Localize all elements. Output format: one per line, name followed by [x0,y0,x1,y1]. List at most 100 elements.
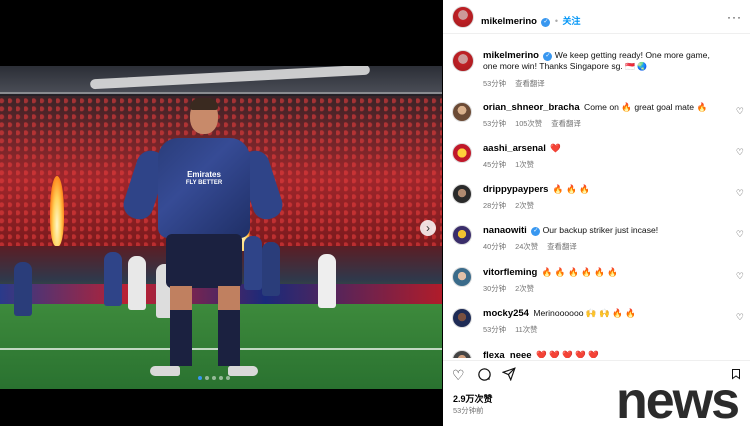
sponsor-line-2: FLY BETTER [185,180,223,186]
like-heart-icon[interactable]: ♡ [736,229,744,240]
comment-body: 🔥 🔥 🔥 🔥 🔥 🔥 [541,267,618,277]
verified-icon: ✓ [541,18,551,27]
background-player [318,254,336,308]
like-heart-icon[interactable]: ♡ [736,106,744,117]
commenter-username[interactable]: drippypaypers [483,184,548,195]
caption-time: 53分钟 [483,79,507,88]
carousel-dot-active [198,376,202,380]
more-options-icon[interactable]: ··· [727,10,742,24]
comment-meta: 28分钟 2次赞 [483,200,541,211]
background-player [14,262,32,316]
share-icon[interactable] [501,367,516,384]
commenter-avatar[interactable] [452,267,472,287]
comments-list: mikelmerino ✓ We keep getting ready! One… [443,44,750,358]
likes-count[interactable]: 2.9万次赞 [453,392,493,405]
stadium-roof [0,66,442,94]
comment-meta: 53分钟 105次赞 查看翻译 [483,118,588,129]
carousel-dot [205,376,209,380]
follow-button[interactable]: 关注 [562,16,580,26]
main-player: Emirates FLY BETTER [119,98,287,389]
sponsor-line-1: Emirates [187,170,221,179]
comment-text: vitorfleming 🔥 🔥 🔥 🔥 🔥 🔥 [483,267,723,278]
comment-body: ❤️ [550,143,561,153]
comment-likes[interactable]: 2次赞 [515,201,534,210]
see-translation-link[interactable]: 查看翻译 [551,119,581,128]
like-heart-icon[interactable]: ♡ [736,188,744,199]
author-avatar[interactable] [452,50,474,72]
caption-emoji: 🇸🇬 🌏 [625,62,648,71]
commenter-username[interactable]: flexa_neee [483,350,532,358]
commenter-avatar[interactable] [452,350,472,358]
player-leg-left [170,286,192,366]
carousel-dots [198,376,230,380]
comment-time: 30分钟 [483,284,507,293]
carousel-dot [219,376,223,380]
like-heart-icon[interactable]: ♡ [452,367,465,384]
comment-text: drippypaypers 🔥 🔥 🔥 [483,184,723,195]
player-leg-right [218,286,240,366]
commenter-avatar[interactable] [452,102,472,122]
commenter-avatar[interactable] [452,225,472,245]
carousel-dot [226,376,230,380]
verified-icon: ✓ [543,52,553,61]
commenter-username[interactable]: nanaowiti [483,225,527,236]
comment-time: 45分钟 [483,160,507,169]
post-photo[interactable]: Emirates FLY BETTER › [0,66,442,389]
like-heart-icon[interactable]: ♡ [736,147,744,158]
see-translation-link[interactable]: 查看翻译 [515,79,545,88]
comment-text: nanaowiti ✓ Our backup striker just inca… [483,225,723,236]
roof-light [89,66,371,90]
commenter-username[interactable]: aashi_arsenal [483,143,546,154]
player-boot-left [150,366,180,376]
player-boot-right [228,366,258,376]
comment-meta: 45分钟 1次赞 [483,159,541,170]
comment-body: ❤️ ❤️ ❤️ ❤️ ❤️ [535,350,600,358]
commenter-username[interactable]: vitorfleming [483,267,537,278]
commenter-username[interactable]: mocky254 [483,308,529,319]
comment-time: 53分钟 [483,119,507,128]
comment-body: Merinoooooo 🙌 🙌 🔥 🔥 [533,308,636,318]
see-translation-link[interactable]: 查看翻译 [547,242,577,251]
comment-likes[interactable]: 24次赞 [515,242,538,251]
commenter-username[interactable]: orian_shneor_bracha [483,102,580,113]
comment-body: Come on 🔥 great goal mate 🔥 [584,102,708,112]
comment-text: aashi_arsenal ❤️ [483,143,723,154]
verified-icon: ✓ [531,227,541,236]
player-shorts [166,234,242,288]
comment-likes[interactable]: 1次赞 [515,160,534,169]
comment-time: 28分钟 [483,201,507,210]
author-username[interactable]: mikelmerino [481,16,537,27]
pyro-flame-left [50,176,64,246]
player-jersey [158,138,250,238]
comment-likes[interactable]: 11次赞 [515,325,537,334]
comment-text: orian_shneor_bracha Come on 🔥 great goal… [483,102,723,113]
comment-time: 40分钟 [483,242,507,251]
player-hair [190,98,218,110]
like-heart-icon[interactable]: ♡ [736,271,744,282]
comment-icon[interactable] [477,367,492,385]
commenter-avatar[interactable] [452,308,472,328]
caption-username[interactable]: mikelmerino [483,50,539,61]
comment-text: mocky254 Merinoooooo 🙌 🙌 🔥 🔥 [483,308,723,319]
caption-text: mikelmerino ✓ We keep getting ready! One… [483,50,723,72]
comment-meta: 53分钟 11次赞 [483,324,545,335]
comment-text: flexa_neee ❤️ ❤️ ❤️ ❤️ ❤️ [483,350,723,358]
post-header: mikelmerino ✓ • 关注 ··· [443,0,750,34]
comment-meta: 40分钟 24次赞 查看翻译 [483,241,584,252]
like-heart-icon[interactable]: ♡ [736,312,744,323]
comment-time: 53分钟 [483,325,507,334]
separator-dot: • [554,16,559,26]
comment-body: Our backup striker just incase! [542,225,659,235]
comment-likes[interactable]: 2次赞 [515,284,534,293]
post-side-panel: mikelmerino ✓ • 关注 ··· mikelmerino ✓ We … [443,0,750,426]
author-avatar[interactable] [452,6,474,28]
author-line: mikelmerino ✓ • 关注 [481,11,581,29]
caption-meta: 53分钟 查看翻译 [483,78,552,89]
commenter-avatar[interactable] [452,143,472,163]
commenter-avatar[interactable] [452,184,472,204]
jersey-sponsor: Emirates FLY BETTER [174,170,234,188]
comment-likes[interactable]: 105次赞 [515,119,542,128]
comment-body: 🔥 🔥 🔥 [552,184,590,194]
image-viewer: Emirates FLY BETTER › [0,0,443,426]
next-image-button[interactable]: › [420,220,436,236]
